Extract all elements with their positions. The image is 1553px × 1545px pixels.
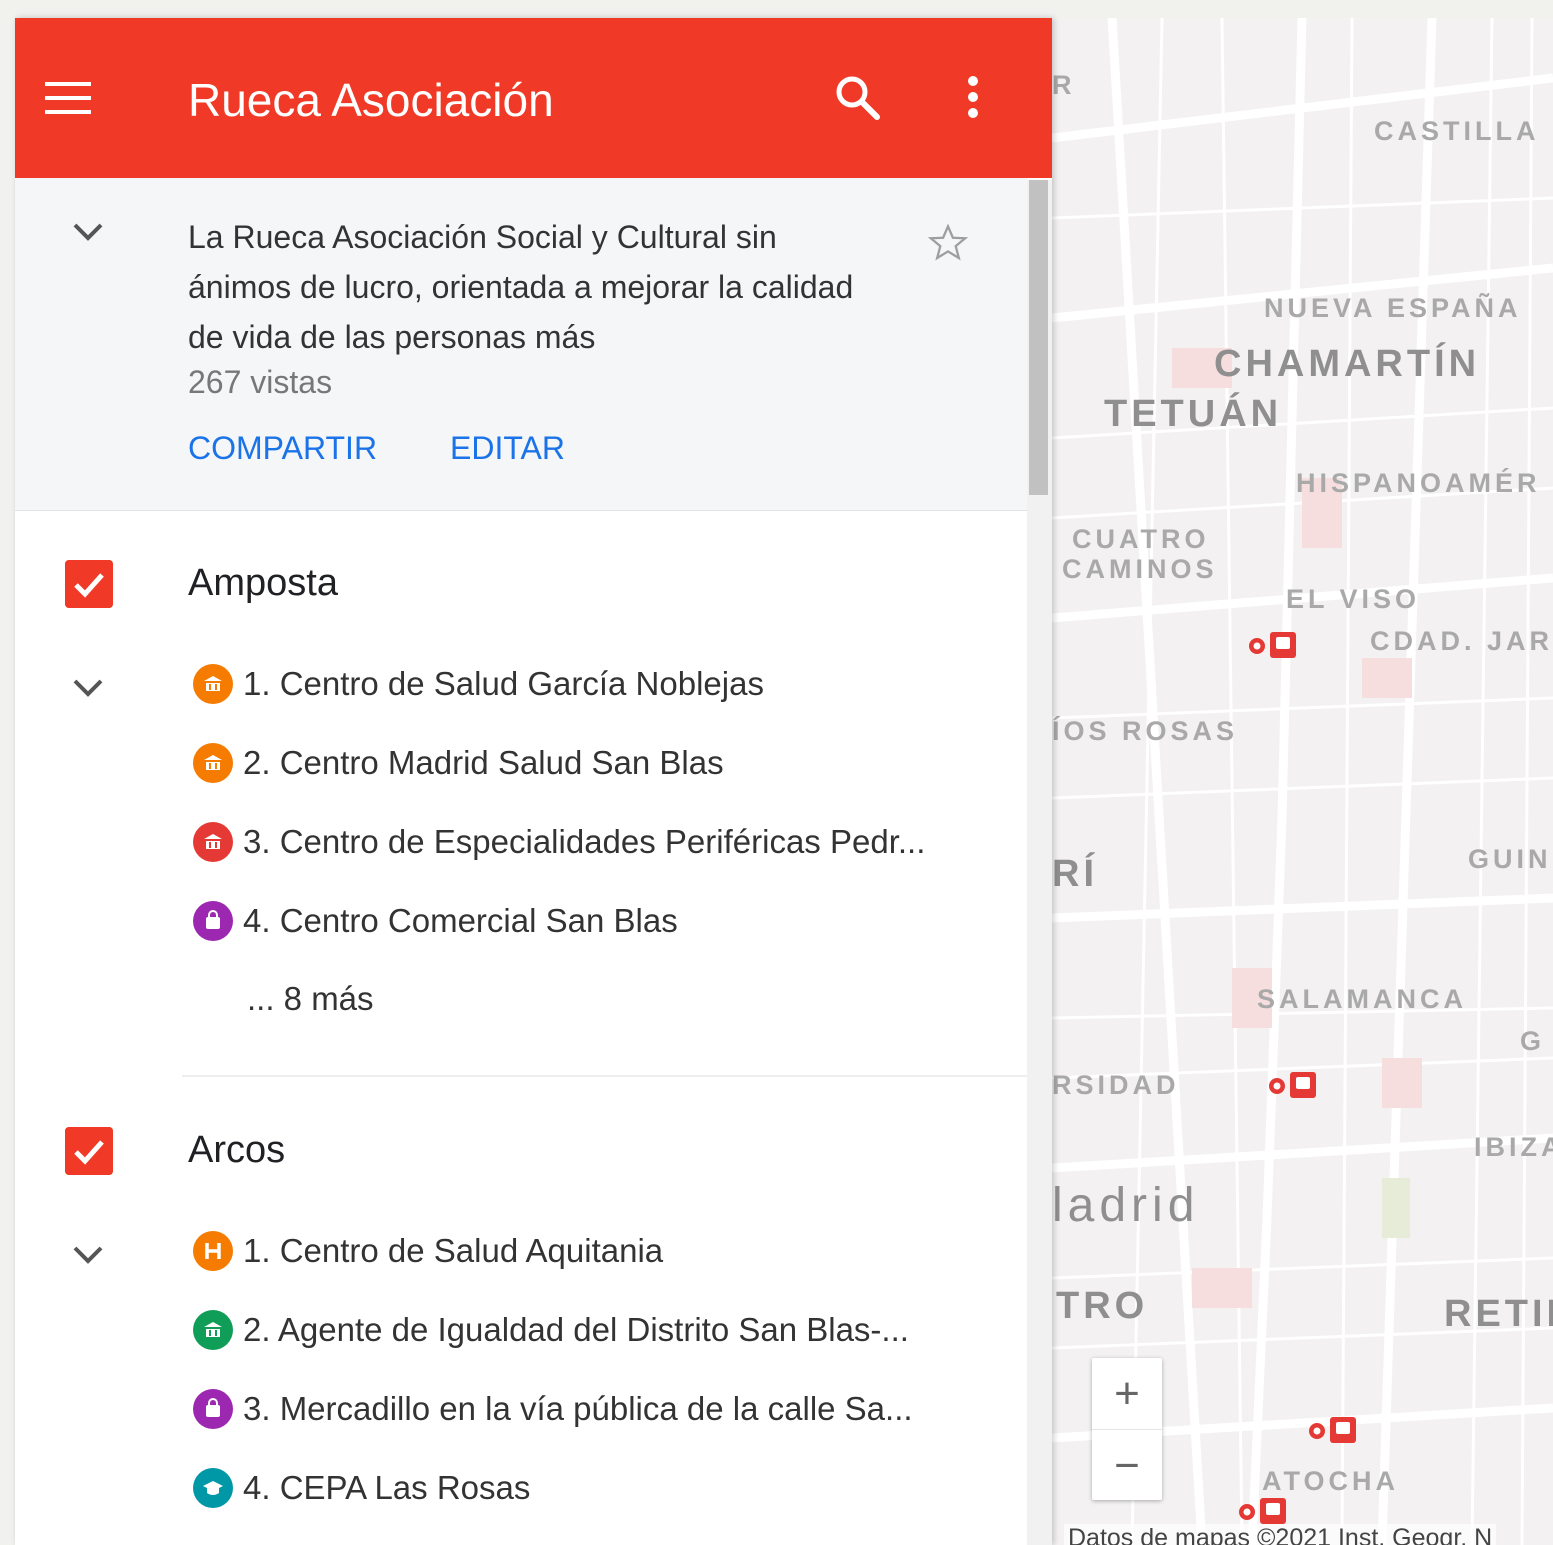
school-icon [193, 1468, 233, 1508]
share-button[interactable]: COMPARTIR [188, 430, 377, 467]
map-label: NUEVA ESPAÑA [1264, 293, 1522, 323]
list-item-label: 2. Agente de Igualdad del Distrito San B… [243, 1311, 909, 1348]
map-label: CDAD. JAR [1370, 626, 1553, 656]
shopping-bag-icon [193, 901, 233, 941]
layer-title[interactable]: Amposta [188, 562, 338, 605]
map-label: CASTILLA [1374, 116, 1540, 146]
list-item[interactable]: 3. Mercadillo en la vía pública de la ca… [193, 1386, 913, 1432]
layer-checkbox[interactable] [65, 1127, 113, 1175]
map-label: TRO [1056, 1285, 1149, 1327]
map-title: Rueca Asociación [188, 74, 554, 126]
map-label: RÍ [1052, 853, 1098, 895]
layer-title[interactable]: Arcos [188, 1129, 285, 1172]
list-item[interactable]: 4. CEPA Las Rosas [193, 1465, 530, 1511]
list-item-label: 4. Centro Comercial San Blas [243, 902, 678, 939]
zoom-control: + − [1092, 1358, 1162, 1500]
map-label: RETIF [1444, 1293, 1553, 1335]
edit-button[interactable]: EDITAR [450, 430, 565, 467]
list-item[interactable]: 4. Centro Comercial San Blas [193, 898, 678, 944]
museum-icon [193, 743, 233, 783]
map-label: ATOCHA [1262, 1466, 1399, 1496]
map-label: R [1052, 70, 1076, 100]
star-icon[interactable] [927, 222, 969, 264]
museum-icon [193, 1310, 233, 1350]
map-label: IBIZA [1474, 1132, 1553, 1162]
transit-station-icon[interactable] [1308, 1415, 1360, 1445]
list-item[interactable]: 1. Centro de Salud García Noblejas [193, 661, 764, 707]
map-label: CUATRO [1072, 524, 1210, 554]
search-icon[interactable] [833, 73, 881, 121]
map-canvas[interactable]: R CASTILLA NUEVA ESPAÑA CHAMARTÍN TETUÁN… [1052, 18, 1553, 1545]
map-label: TETUÁN [1104, 393, 1283, 435]
list-item[interactable]: 2. Agente de Igualdad del Distrito San B… [193, 1307, 909, 1353]
map-label: ÍOS ROSAS [1052, 716, 1239, 746]
transit-station-icon[interactable] [1248, 630, 1300, 660]
list-item[interactable]: 3. Centro de Especialidades Periféricas … [193, 819, 925, 865]
map-label: HISPANOAMÉR [1296, 468, 1541, 498]
list-item-label: 1. Centro de Salud García Noblejas [243, 665, 764, 702]
view-count: 267 vistas [188, 364, 333, 400]
list-item-label: 4. CEPA Las Rosas [243, 1469, 531, 1506]
map-label: ladrid [1052, 1179, 1200, 1232]
zoom-in-button[interactable]: + [1092, 1358, 1162, 1429]
map-attribution[interactable]: Datos de mapas ©2021 Inst. Geogr. N [1064, 1524, 1497, 1545]
menu-icon[interactable] [45, 80, 91, 116]
more-vert-icon[interactable] [963, 75, 983, 119]
list-item-label: 2. Centro Madrid Salud San Blas [243, 744, 724, 781]
hospital-icon [193, 1231, 233, 1271]
list-item-label: 1. Centro de Salud Aquitania [243, 1232, 664, 1269]
transit-station-icon[interactable] [1268, 1070, 1320, 1100]
legend-panel: Rueca Asociación La Rueca Asociación Soc… [15, 18, 1052, 1545]
zoom-out-button[interactable]: − [1092, 1429, 1162, 1501]
chevron-down-icon[interactable] [72, 678, 104, 698]
map-label: RSIDAD [1052, 1070, 1180, 1100]
list-item-label: 3. Centro de Especialidades Periféricas … [243, 823, 926, 860]
layer-checkbox[interactable] [65, 560, 113, 608]
transit-station-icon[interactable] [1238, 1496, 1290, 1526]
layer-arcos: Arcos 1. Centro de Salud Aquitania 2. Ag… [15, 1105, 1027, 1545]
map-label: SALAMANCA [1257, 984, 1467, 1014]
layer-amposta: Amposta 1. Centro de Salud García Noblej… [15, 538, 1027, 1078]
app-header: Rueca Asociación [15, 18, 1052, 178]
museum-icon [193, 822, 233, 862]
divider [182, 1075, 1027, 1077]
scrollbar-thumb[interactable] [1029, 180, 1048, 495]
map-label: CHAMARTÍN [1214, 343, 1481, 385]
museum-icon [193, 664, 233, 704]
map-label: G [1520, 1026, 1546, 1056]
map-label: CAMINOS [1062, 554, 1218, 584]
chevron-down-icon[interactable] [72, 222, 104, 242]
map-label: GUIN [1468, 844, 1552, 874]
list-item-label: 3. Mercadillo en la vía pública de la ca… [243, 1390, 913, 1427]
map-info-section: La Rueca Asociación Social y Cultural si… [15, 178, 1027, 511]
chevron-down-icon[interactable] [72, 1245, 104, 1265]
scrollbar[interactable] [1027, 180, 1052, 1545]
map-description: La Rueca Asociación Social y Cultural si… [188, 219, 854, 355]
more-items-link[interactable]: ... 8 más [247, 980, 374, 1018]
map-label: EL VISO [1286, 584, 1421, 614]
list-item[interactable]: 2. Centro Madrid Salud San Blas [193, 740, 724, 786]
shopping-bag-icon [193, 1389, 233, 1429]
list-item[interactable]: 1. Centro de Salud Aquitania [193, 1228, 663, 1274]
